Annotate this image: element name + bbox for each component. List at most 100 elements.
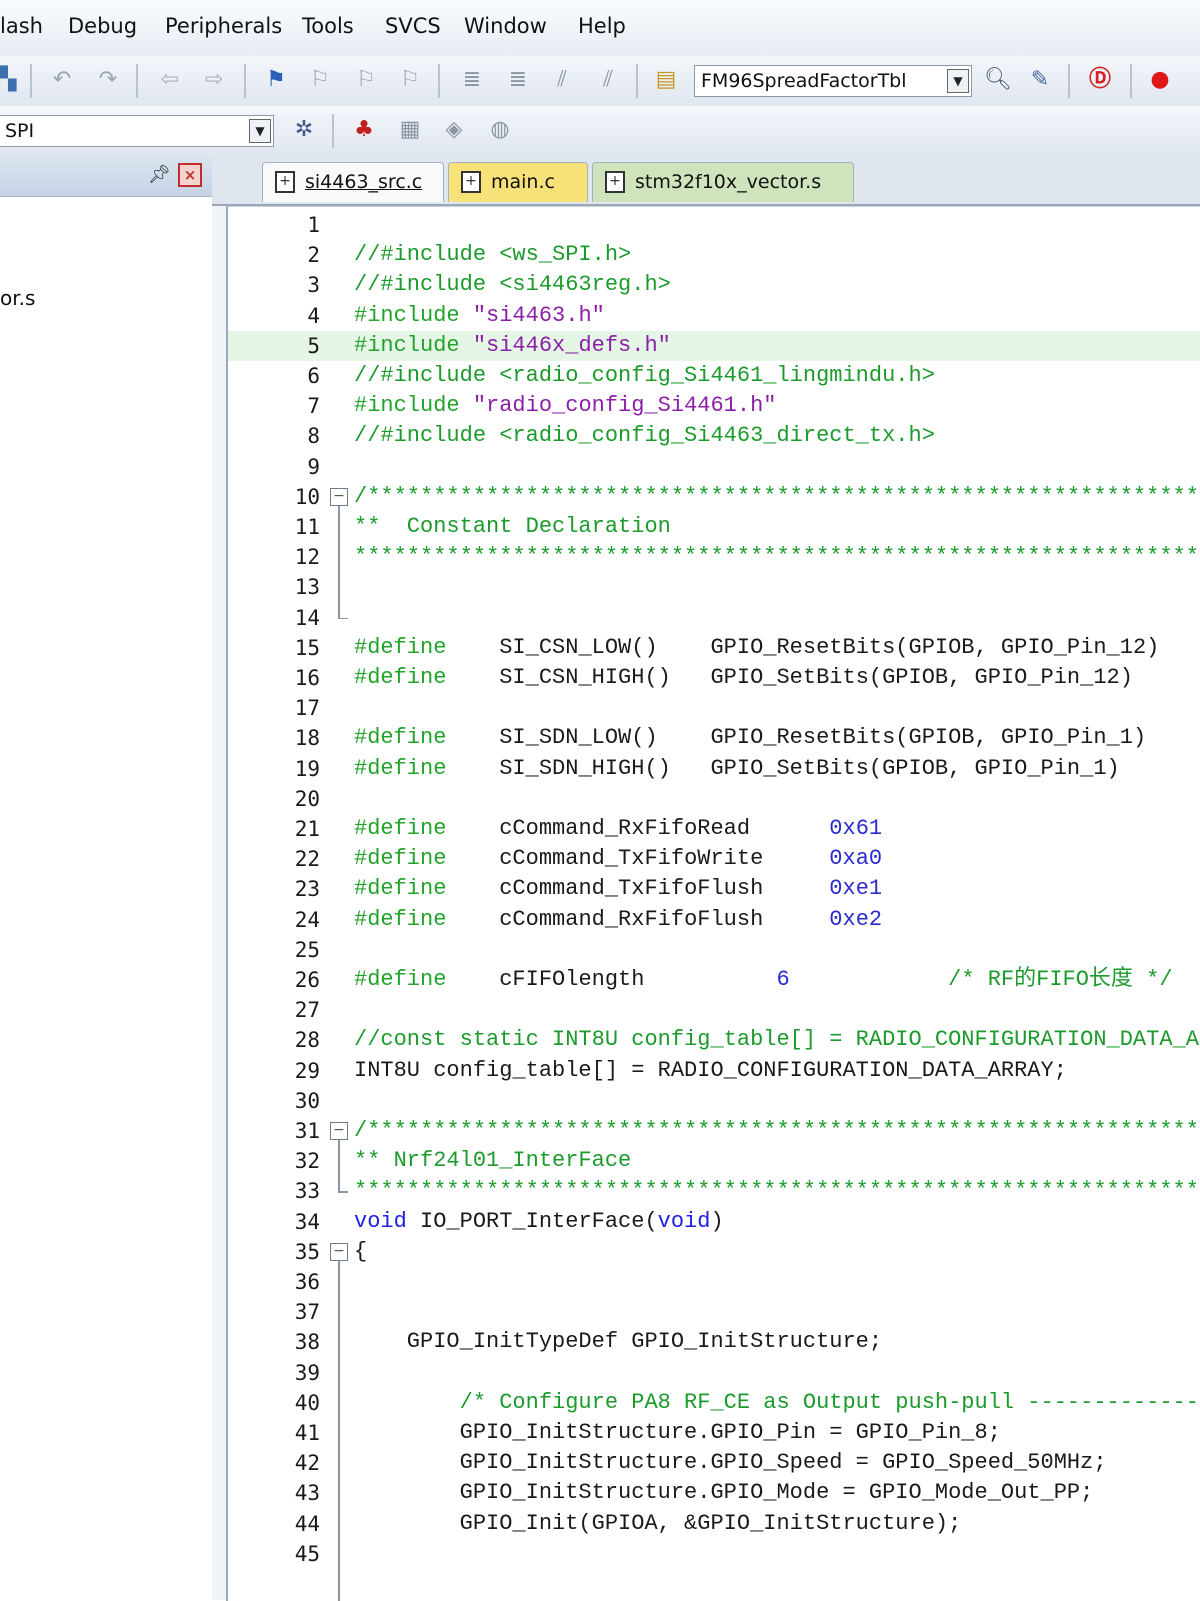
code-line[interactable]: 5 #include "si446x_defs.h" [228,330,1200,361]
fold-toggle-icon[interactable]: − [330,1242,348,1261]
file-extensions-icon[interactable]: ▦ [396,116,424,144]
code-line[interactable]: 10 /*************************************… [228,482,1200,512]
pin-icon[interactable]: 📌︎ [148,164,171,185]
code-line[interactable]: 19 #define SI_SDN_HIGH() GPIO_SetBits(GPI… [228,754,1200,784]
code-line[interactable]: 4 #include "si4463.h" [228,301,1200,331]
line-number: 10 [294,484,320,509]
code-text: #include "si446x_defs.h" [354,331,671,361]
code-line[interactable]: 22 #define cCommand_TxFifoWrite 0xa0 [228,844,1200,874]
chevron-down-icon[interactable]: ▼ [947,69,969,93]
menu-flash[interactable]: lash [0,14,43,38]
project-file-item[interactable]: or.s [0,286,35,310]
spi-combo[interactable]: SPI ▼ [0,115,274,147]
nav-back-icon[interactable]: ⇦ [156,66,184,94]
code-line[interactable]: 32 ** Nrf24l01_InterFace [228,1146,1200,1176]
line-number: 19 [294,756,320,781]
next-bookmark-icon[interactable]: ⚐ [352,66,380,94]
code-line[interactable]: 9 [228,452,1200,482]
fold-range-line [338,505,340,618]
manage-components-icon[interactable]: ♣ [350,116,378,144]
code-text: #define SI_CSN_HIGH() GPIO_SetBits(GPIOB… [354,663,1133,693]
breakpoint-icon[interactable]: ● [1146,66,1174,94]
target-combo[interactable]: FM96SpreadFactorTbl ▼ [694,65,972,97]
undo-icon[interactable]: ↶ [48,66,76,94]
code-line[interactable]: 25 [228,935,1200,965]
code-editor[interactable]: 1 2//#include <ws_SPI.h> 3//#include <si44… [226,206,1200,1601]
incremental-find-icon[interactable]: ✎ [1026,66,1054,94]
code-line[interactable]: 14 [228,603,1200,633]
code-line[interactable]: 2 //#include <ws_SPI.h> [228,240,1200,270]
code-line[interactable]: 21 #define cCommand_RxFifoRead 0x61 [228,814,1200,844]
code-token: 6 [776,967,790,992]
line-number: 40 [294,1390,320,1415]
menu-svcs[interactable]: SVCS [385,14,441,38]
code-line[interactable]: 28 //const static INT8U config_table[] = … [228,1025,1200,1055]
code-line[interactable]: 1 [228,210,1200,240]
fold-toggle-icon[interactable]: − [330,487,348,506]
line-number: 32 [294,1149,320,1174]
code-line[interactable]: 44 GPIO_Init(GPIOA, &GPIO_InitStructure)… [228,1509,1200,1539]
select-device-icon[interactable]: ◍ [486,116,514,144]
tab-stm32f10x-vector[interactable]: + stm32f10x_vector.s [592,162,854,202]
code-line[interactable]: 18 #define SI_SDN_LOW() GPIO_ResetBits(GP… [228,723,1200,753]
code-line[interactable]: 33 **************************************… [228,1176,1200,1206]
code-line[interactable]: 8 //#include <radio_config_Si4463_direct_… [228,421,1200,451]
code-line[interactable]: 43 GPIO_InitStructure.GPIO_Mode = GPIO_M… [228,1478,1200,1508]
code-line[interactable]: 11 ** Constant Declaration [228,512,1200,542]
code-line[interactable]: 15 #define SI_CSN_LOW() GPIO_ResetBits(GP… [228,633,1200,663]
code-line[interactable]: 7 #include "radio_config_Si4461.h" [228,391,1200,421]
code-line[interactable]: 24 #define cCommand_RxFifoFlush 0xe2 [228,905,1200,935]
unindent-icon[interactable]: ≣ [504,66,532,94]
menu-window[interactable]: Window [464,14,547,38]
code-line[interactable]: 34 void IO_PORT_InterFace(void) [228,1207,1200,1237]
code-line[interactable]: 37 [228,1297,1200,1327]
editor-pane: + si4463_src.c + main.c + stm32f10x_vect… [212,156,1200,1601]
pack-installer-icon[interactable]: ◈ [440,116,468,144]
code-token: /* RF的FIFO长度 */ [789,967,1173,992]
indent-icon[interactable]: ≣ [458,66,486,94]
code-line[interactable]: 16 #define SI_CSN_HIGH() GPIO_SetBits(GPI… [228,663,1200,693]
target-options-icon[interactable]: ✲ [290,116,318,144]
bookmark-icon[interactable]: ⚑ [262,66,290,94]
uncomment-icon[interactable]: ⫽ [594,66,622,94]
menu-peripherals[interactable]: Peripherals [165,14,282,38]
code-line[interactable]: 40 /* Configure PA8 RF_CE as Output push… [228,1388,1200,1418]
menu-debug[interactable]: Debug [68,14,137,38]
menu-tools[interactable]: Tools [302,14,354,38]
find-in-files-icon[interactable]: ▤ [652,66,680,94]
code-line[interactable]: 3 //#include <si4463reg.h> [228,270,1200,300]
code-line[interactable]: 35 { [228,1237,1200,1267]
code-line[interactable]: 36 [228,1267,1200,1297]
nav-forward-icon[interactable]: ⇨ [200,66,228,94]
code-line[interactable]: 26 #define cFIFOlength 6 /* RF的FIFO长度 */ [228,965,1200,995]
code-line[interactable]: 23 #define cCommand_TxFifoFlush 0xe1 [228,874,1200,904]
code-line[interactable]: 20 [228,784,1200,814]
code-line[interactable]: 39 [228,1358,1200,1388]
code-line[interactable]: 27 [228,995,1200,1025]
menu-help[interactable]: Help [578,14,626,38]
code-token: "radio_config_Si4461.h" [472,393,777,419]
prev-bookmark-icon[interactable]: ⚐ [306,66,334,94]
fold-toggle-icon[interactable]: − [330,1122,348,1140]
close-icon[interactable]: × [178,163,202,187]
code-line[interactable]: 41 GPIO_InitStructure.GPIO_Pin = GPIO_Pi… [228,1418,1200,1448]
code-line[interactable]: 17 [228,693,1200,723]
code-line[interactable]: 38 GPIO_InitTypeDef GPIO_InitStructure; [228,1327,1200,1357]
debug-session-icon[interactable]: Ⓓ [1086,66,1114,94]
chevron-down-icon[interactable]: ▼ [249,119,271,143]
code-line[interactable]: 31 /*************************************… [228,1116,1200,1146]
tab-main-c[interactable]: + main.c [448,162,588,202]
clear-bookmarks-icon[interactable]: ⚐ [396,66,424,94]
code-line[interactable]: 30 [228,1086,1200,1116]
code-line[interactable]: 45 [228,1539,1200,1569]
find-icon[interactable]: 🔍︎ [984,66,1012,94]
copy-icon[interactable]: ▚ [0,66,22,94]
comment-icon[interactable]: ⫽ [548,66,576,94]
redo-icon[interactable]: ↷ [94,66,122,94]
code-line[interactable]: 29 INT8U config_table[] = RADIO_CONFIGURA… [228,1056,1200,1086]
code-line[interactable]: 12 **************************************… [228,542,1200,572]
code-line[interactable]: 13 [228,572,1200,602]
code-line[interactable]: 42 GPIO_InitStructure.GPIO_Speed = GPIO_… [228,1448,1200,1478]
tab-si4463-src[interactable]: + si4463_src.c [262,162,444,202]
code-line[interactable]: 6 //#include <radio_config_Si4461_lingmin… [228,361,1200,391]
